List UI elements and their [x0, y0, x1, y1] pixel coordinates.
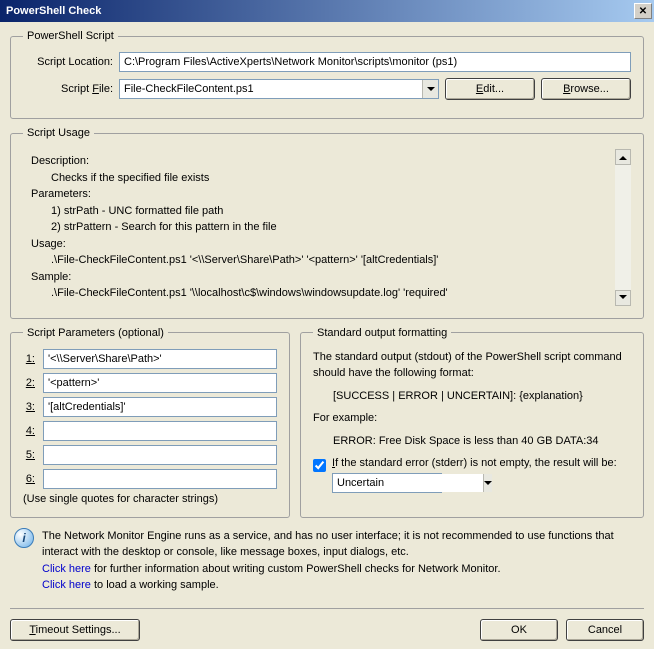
stderr-label: If the standard error (stderr) is not em…: [332, 457, 617, 469]
param-input-2[interactable]: [43, 373, 277, 393]
stdout-line4: ERROR: Free Disk Space is less than 40 G…: [333, 433, 631, 450]
stderr-result-combobox[interactable]: [332, 473, 442, 493]
script-location-field: [119, 52, 631, 72]
powershell-script-group: PowerShell Script Script Location: Scrip…: [10, 30, 644, 119]
param-label-1: 1:: [23, 353, 35, 365]
timeout-settings-button[interactable]: Timeout Settings...: [10, 619, 140, 641]
info-link1-post: for further information about writing cu…: [91, 563, 501, 575]
script-parameters-group: Script Parameters (optional) 1: 2: 3: 4:…: [10, 327, 290, 518]
edit-button[interactable]: Edit...: [445, 78, 535, 100]
close-button[interactable]: ✕: [634, 3, 652, 19]
cancel-button[interactable]: Cancel: [566, 619, 644, 641]
script-location-label: Script Location:: [23, 56, 113, 68]
usage-legend: Script Usage: [23, 127, 94, 139]
param-input-3[interactable]: [43, 397, 277, 417]
sample-label: Sample:: [31, 269, 611, 286]
param-input-5[interactable]: [43, 445, 277, 465]
usage-label: Usage:: [31, 236, 611, 253]
stdout-line1: The standard output (stdout) of the Powe…: [313, 349, 631, 382]
stdout-line3: For example:: [313, 410, 631, 427]
param-input-1[interactable]: [43, 349, 277, 369]
usage-text: .\File-CheckFileContent.ps1 '<\\Server\S…: [51, 252, 611, 269]
window-body: PowerShell Script Script Location: Scrip…: [0, 22, 654, 649]
usage-scrollbar[interactable]: [615, 149, 631, 306]
info-icon: [14, 528, 34, 548]
info-line1: The Network Monitor Engine runs as a ser…: [42, 528, 640, 561]
script-file-input[interactable]: [120, 80, 422, 98]
stdout-line2: [SUCCESS | ERROR | UNCERTAIN]: {explanat…: [333, 388, 631, 405]
params-label: Parameters:: [31, 186, 611, 203]
stdout-legend: Standard output formatting: [313, 327, 451, 339]
info-text: The Network Monitor Engine runs as a ser…: [42, 528, 640, 594]
button-bar: Timeout Settings... OK Cancel: [10, 608, 644, 641]
scroll-down-icon[interactable]: [615, 290, 631, 306]
chevron-down-icon[interactable]: [483, 474, 492, 492]
param2-text: 2) strPattern - Search for this pattern …: [51, 219, 611, 236]
sample-text: .\File-CheckFileContent.ps1 '\\localhost…: [51, 285, 611, 302]
scroll-up-icon[interactable]: [615, 149, 631, 165]
param-input-4[interactable]: [43, 421, 277, 441]
browse-button[interactable]: Browse...: [541, 78, 631, 100]
group-legend: PowerShell Script: [23, 30, 118, 42]
desc-text: Checks if the specified file exists: [51, 170, 611, 187]
usage-content: Description: Checks if the specified fil…: [23, 149, 631, 306]
param1-text: 1) strPath - UNC formatted file path: [51, 203, 611, 220]
window-title: PowerShell Check: [6, 5, 634, 17]
param-input-6[interactable]: [43, 469, 277, 489]
param-label-4: 4:: [23, 425, 35, 437]
params-legend: Script Parameters (optional): [23, 327, 168, 339]
chevron-down-icon[interactable]: [422, 80, 438, 98]
param-label-5: 5:: [23, 449, 35, 461]
info-link2-post: to load a working sample.: [91, 579, 219, 591]
params-note: (Use single quotes for character strings…: [23, 493, 277, 505]
info-link2[interactable]: Click here: [42, 579, 91, 591]
titlebar[interactable]: PowerShell Check ✕: [0, 0, 654, 22]
info-link1[interactable]: Click here: [42, 563, 91, 575]
desc-label: Description:: [31, 153, 611, 170]
script-file-label: Script File:: [23, 83, 113, 95]
script-usage-group: Script Usage Description: Checks if the …: [10, 127, 644, 319]
ok-button[interactable]: OK: [480, 619, 558, 641]
script-file-combobox[interactable]: [119, 79, 439, 99]
stdout-formatting-group: Standard output formatting The standard …: [300, 327, 644, 518]
param-label-3: 3:: [23, 401, 35, 413]
param-label-6: 6:: [23, 473, 35, 485]
param-label-2: 2:: [23, 377, 35, 389]
stderr-checkbox[interactable]: [313, 459, 326, 472]
stderr-result-input[interactable]: [333, 474, 483, 492]
